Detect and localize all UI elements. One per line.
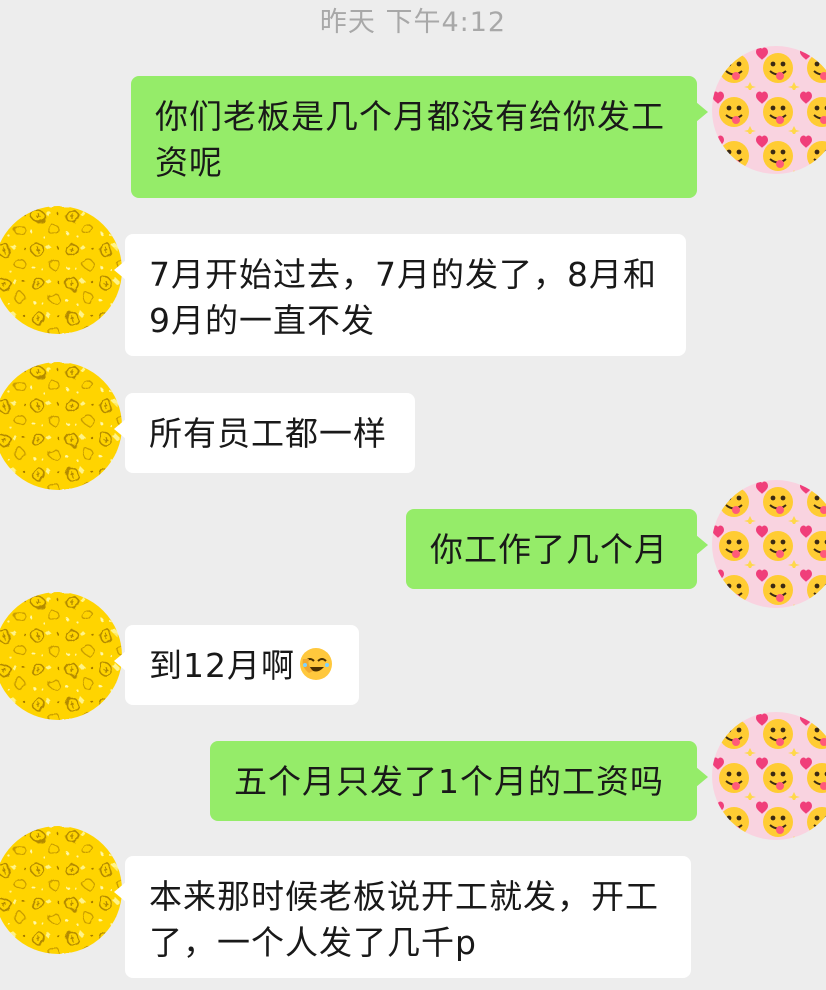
- message-text: 本来那时候老板说开工就发，开工了，一个人发了几千p: [149, 877, 659, 962]
- self-avatar[interactable]: [712, 480, 826, 608]
- contact-avatar[interactable]: [0, 362, 122, 490]
- contact-avatar[interactable]: [0, 826, 122, 954]
- chat-screen: 昨天 下午4:12 你们老板是几个月都没有给你发工资呢 7月开始过去，7月的发了…: [0, 0, 826, 990]
- gold-glitter-avatar-icon: [0, 826, 122, 954]
- message-text: 7月开始过去，7月的发了，8月和9月的一直不发: [149, 255, 657, 340]
- gold-glitter-avatar-icon: [0, 592, 122, 720]
- message-timestamp: 昨天 下午4:12: [319, 7, 507, 38]
- tongue-heart-emoji-avatar-icon: [712, 480, 826, 608]
- message-text: 五个月只发了1个月的工资吗: [234, 762, 664, 801]
- outgoing-message-bubble[interactable]: 你工作了几个月: [406, 509, 708, 589]
- contact-avatar[interactable]: [0, 592, 122, 720]
- face-palm-laughing-emoji-icon: [300, 648, 332, 680]
- self-avatar[interactable]: [712, 712, 826, 840]
- message-text: 你们老板是几个月都没有给你发工资呢: [155, 97, 665, 182]
- self-avatar[interactable]: [712, 46, 826, 174]
- message-text: 你工作了几个月: [430, 530, 668, 569]
- outgoing-message-bubble[interactable]: 你们老板是几个月都没有给你发工资呢: [131, 76, 708, 198]
- tongue-heart-emoji-avatar-icon: [712, 46, 826, 174]
- incoming-message-bubble[interactable]: 7月开始过去，7月的发了，8月和9月的一直不发: [114, 234, 686, 356]
- outgoing-message-bubble[interactable]: 五个月只发了1个月的工资吗: [210, 741, 708, 821]
- gold-glitter-avatar-icon: [0, 362, 122, 490]
- incoming-message-bubble[interactable]: 所有员工都一样: [114, 393, 415, 473]
- incoming-message-bubble[interactable]: 到12月啊: [114, 625, 359, 705]
- message-text: 所有员工都一样: [149, 414, 387, 453]
- incoming-message-bubble[interactable]: 本来那时候老板说开工就发，开工了，一个人发了几千p: [114, 856, 691, 978]
- tongue-heart-emoji-avatar-icon: [712, 712, 826, 840]
- gold-glitter-avatar-icon: [0, 206, 122, 334]
- contact-avatar[interactable]: [0, 206, 122, 334]
- message-text: 到12月啊: [149, 646, 295, 685]
